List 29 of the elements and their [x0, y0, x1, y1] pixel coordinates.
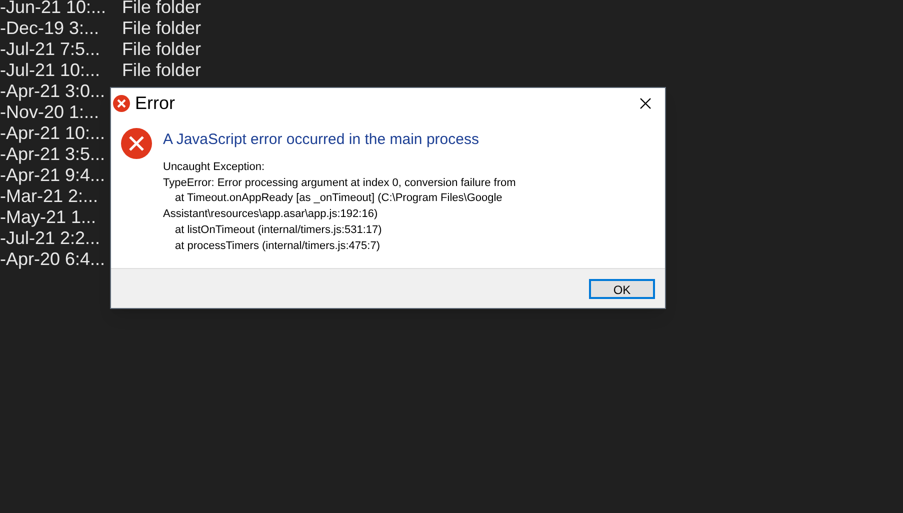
date-cell-text: -Jul-21 10:...	[0, 60, 102, 81]
date-cell-text: -Dec-19 3:...	[0, 18, 100, 39]
type-cell: File folder	[122, 0, 202, 18]
error-heading: A JavaScript error occurred in the main process	[163, 130, 480, 150]
date-cell-text: -Apr-20 6:4...	[0, 249, 106, 270]
error-message-line: at processTimers (internal/timers.js:475:7)	[174, 238, 381, 254]
date-cell-text: -May-21 1...	[0, 207, 98, 228]
date-cell-text: -Jul-21 2:2...	[0, 228, 102, 249]
date-cell-text: -Apr-21 3:0...	[0, 81, 106, 102]
date-cell-text: -Mar-21 2:...	[0, 186, 100, 207]
date-cell-text: -Apr-21 3:5...	[0, 144, 106, 165]
date-cell-text: -Apr-21 9:4...	[0, 165, 106, 186]
ok-button[interactable]: OK	[589, 278, 655, 298]
error-icon	[113, 94, 130, 112]
type-cell: File folder	[122, 18, 202, 39]
date-cell-text: -Apr-21 10:...	[0, 123, 106, 144]
date-cell-text: -Nov-20 1:...	[0, 102, 100, 123]
error-message-line: at listOnTimeout (internal/timers.js:531:17)	[174, 222, 383, 238]
type-cell: File folder	[122, 60, 202, 81]
dialog-title: Error	[135, 92, 175, 114]
error-message-line: TypeError: Error processing argument at index 0, conversion failure from	[163, 176, 516, 191]
error-message-line: Assistant\resources\app.asar\app.js:192:16)	[163, 207, 379, 222]
type-cell: File folder	[122, 39, 202, 60]
error-message-line: at Timeout.onAppReady [as _onTimeout] (C:\Program Files\Google	[174, 191, 504, 206]
close-icon	[640, 98, 650, 108]
date-cell-text: -Jul-21 7:5...	[0, 39, 102, 60]
error-message-line: Uncaught Exception:	[163, 160, 266, 175]
date-cell-text: -Jun-21 10:...	[0, 0, 108, 18]
error-icon	[121, 128, 152, 159]
